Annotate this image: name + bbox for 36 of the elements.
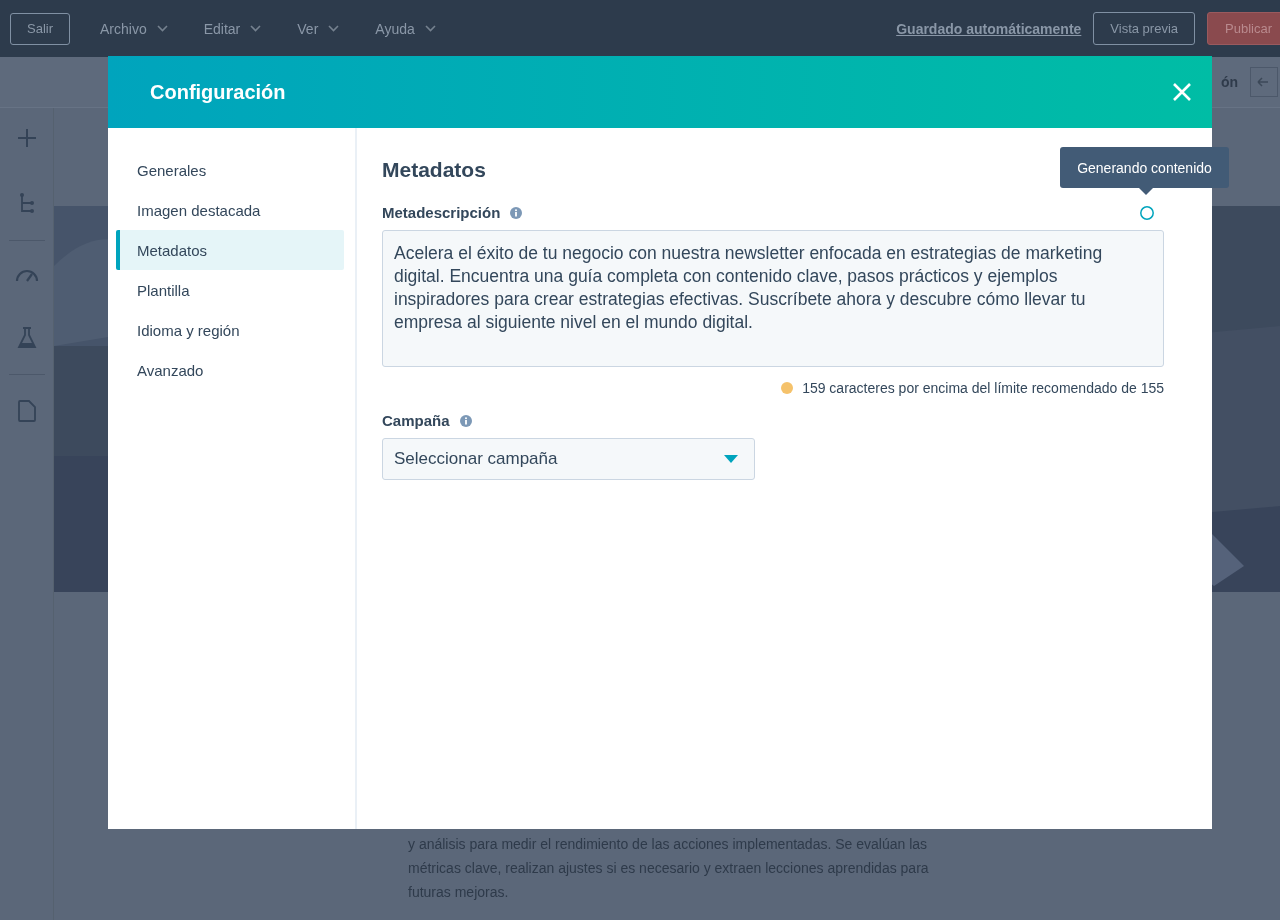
preview-button[interactable]: Vista previa bbox=[1093, 12, 1196, 45]
nav-item[interactable]: Generales bbox=[116, 150, 344, 190]
nav-item[interactable]: Imagen destacada bbox=[116, 190, 344, 230]
document-icon[interactable] bbox=[17, 400, 36, 422]
info-icon[interactable] bbox=[510, 206, 523, 219]
caret-icon bbox=[424, 25, 436, 32]
field-label: Metadescripción bbox=[382, 204, 501, 221]
info-icon[interactable] bbox=[459, 414, 472, 427]
nav-item[interactable]: Plantilla bbox=[116, 270, 344, 310]
nav-item[interactable]: Idioma y región bbox=[116, 310, 344, 350]
plus-icon[interactable] bbox=[16, 128, 37, 148]
tooltip-pointer-icon bbox=[1139, 188, 1153, 195]
flask-icon[interactable] bbox=[16, 327, 37, 349]
character-count-warning: 159 caracteres por encima del límite recomendado de 155 bbox=[802, 380, 1164, 396]
nav-item[interactable]: Metadatos bbox=[116, 230, 344, 270]
menu-item[interactable]: Archivo bbox=[94, 20, 174, 37]
caret-icon bbox=[328, 25, 340, 32]
caret-icon bbox=[250, 25, 262, 32]
nav-item[interactable]: Avanzado bbox=[116, 350, 344, 390]
exit-button[interactable]: Salir bbox=[10, 12, 70, 45]
undo-icon[interactable] bbox=[1250, 67, 1278, 97]
section-title: Metadatos bbox=[382, 158, 486, 182]
menu-item[interactable]: Ayuda bbox=[369, 20, 442, 37]
caret-icon bbox=[724, 455, 738, 463]
campaign-dropdown[interactable]: Seleccionar campaña bbox=[382, 438, 755, 480]
field-label: Campaña bbox=[382, 412, 450, 429]
tooltip: Generando contenido bbox=[1060, 147, 1229, 188]
caret-icon bbox=[156, 25, 168, 32]
meta-description-field[interactable]: Acelera el éxito de tu negocio con nuestra newsletter enfocada en estrategias de marketing digital. Encuentra una guía completa con contenido clave, pasos prácticos y ejemplos inspiradores para crear estrategias efectivas. Suscríbete ahora y descubre cómo llevar tu empresa al siguiente nivel en el mundo digital. bbox=[382, 230, 1164, 367]
tree-icon[interactable] bbox=[18, 193, 35, 215]
warning-dot-icon bbox=[781, 382, 794, 394]
dialog-title: Configuración bbox=[150, 80, 286, 104]
menu-item[interactable]: Editar bbox=[197, 20, 268, 37]
close-icon[interactable] bbox=[1172, 82, 1192, 102]
autosave-link[interactable]: Guardado automáticamente bbox=[896, 20, 1082, 37]
menu-item[interactable]: Ver bbox=[291, 20, 346, 37]
